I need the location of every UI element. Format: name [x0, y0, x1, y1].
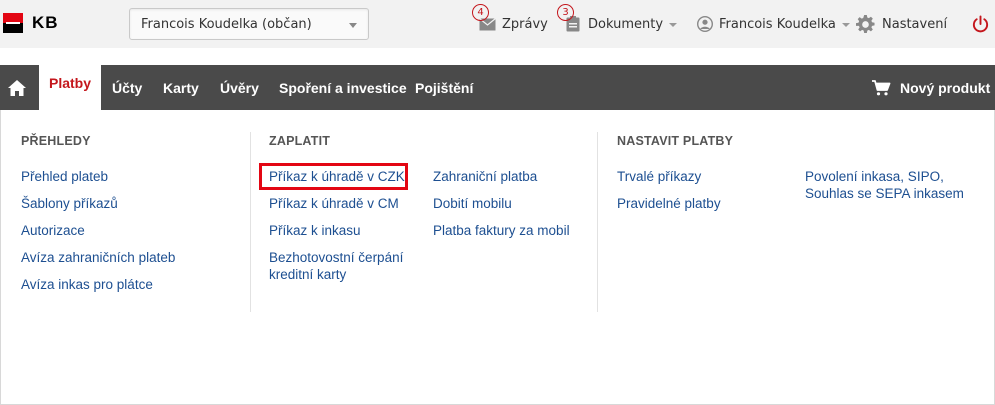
- settings-link[interactable]: Nastavení: [856, 0, 947, 48]
- cart-icon: [872, 79, 891, 95]
- link-trvale-prikazy[interactable]: Trvalé příkazy: [617, 168, 701, 185]
- client-select-value: Francois Koudelka (občan): [141, 17, 312, 32]
- link-aviza-zahranicnich-plateb[interactable]: Avíza zahraničních plateb: [21, 249, 175, 266]
- heading-prehledy: PŘEHLEDY: [21, 134, 91, 148]
- link-autorizace[interactable]: Autorizace: [21, 222, 85, 239]
- nav-tab-karty[interactable]: Karty: [163, 65, 199, 110]
- nav-tab-platby[interactable]: Platby: [39, 56, 102, 110]
- nav-tab-sporeni[interactable]: Spoření a investice: [279, 65, 407, 110]
- logout-button[interactable]: [971, 0, 990, 48]
- messages-link[interactable]: 4 Zprávy: [472, 0, 548, 48]
- messages-label: Zprávy: [502, 16, 548, 32]
- new-product-button[interactable]: Nový produkt: [872, 65, 990, 110]
- power-icon: [972, 14, 989, 32]
- link-prehled-plateb[interactable]: Přehled plateb: [21, 168, 108, 185]
- link-prikaz-k-uhrade-cm[interactable]: Příkaz k úhradě v CM: [269, 195, 399, 212]
- kb-logo-mark: [3, 13, 23, 33]
- new-product-label: Nový produkt: [900, 79, 991, 96]
- link-pravidelne-platby[interactable]: Pravidelné platby: [617, 195, 721, 212]
- chevron-down-icon: [841, 23, 850, 27]
- chevron-down-icon: [669, 23, 678, 27]
- kb-logo-text: KB: [32, 13, 59, 32]
- link-sablony-prikazu[interactable]: Šablony příkazů: [21, 195, 118, 212]
- documents-count-badge: 3: [557, 4, 574, 21]
- column-divider: [250, 132, 251, 312]
- user-menu[interactable]: Francois Koudelka: [697, 0, 850, 48]
- link-bezhotovostni-cerpani[interactable]: Bezhotovostní čerpání kreditní karty: [269, 249, 419, 283]
- heading-zaplatit: ZAPLATIT: [269, 134, 331, 148]
- home-icon: [8, 79, 26, 96]
- column-divider: [597, 132, 598, 312]
- settings-label: Nastavení: [882, 16, 948, 32]
- messages-count-badge: 4: [472, 4, 489, 21]
- user-name: Francois Koudelka: [719, 16, 836, 32]
- nav-home[interactable]: [8, 65, 26, 110]
- documents-label: Dokumenty: [588, 16, 664, 32]
- client-select[interactable]: Francois Koudelka (občan): [129, 8, 369, 40]
- main-nav: Platby Účty Karty Úvěry Spoření a invest…: [0, 56, 995, 110]
- highlight-box: [259, 163, 408, 190]
- top-bar: KB Francois Koudelka (občan) 4 Zprávy 3 …: [0, 0, 995, 48]
- chevron-down-icon: [349, 23, 357, 28]
- kb-logo[interactable]: KB: [3, 13, 59, 33]
- documents-menu[interactable]: 3 Dokumenty: [557, 0, 678, 48]
- link-aviza-inkas[interactable]: Avíza inkas pro plátce: [21, 276, 153, 293]
- link-prikaz-k-inkasu[interactable]: Příkaz k inkasu: [269, 222, 361, 239]
- link-povoleni-inkasa[interactable]: Povolení inkasa, SIPO, Souhlas se SEPA i…: [805, 168, 975, 202]
- nav-tab-ucty[interactable]: Účty: [112, 65, 142, 110]
- link-dobiti-mobilu[interactable]: Dobití mobilu: [433, 195, 512, 212]
- link-zahranicni-platba[interactable]: Zahraniční platba: [433, 168, 537, 185]
- nav-tab-pojisteni[interactable]: Pojištění: [415, 65, 473, 110]
- nav-tab-uvery[interactable]: Úvěry: [220, 65, 259, 110]
- gear-icon: [856, 14, 875, 33]
- user-icon: [697, 16, 713, 32]
- link-platba-faktury-za-mobil[interactable]: Platba faktury za mobil: [433, 222, 570, 239]
- heading-nastavit-platby: NASTAVIT PLATBY: [617, 134, 734, 148]
